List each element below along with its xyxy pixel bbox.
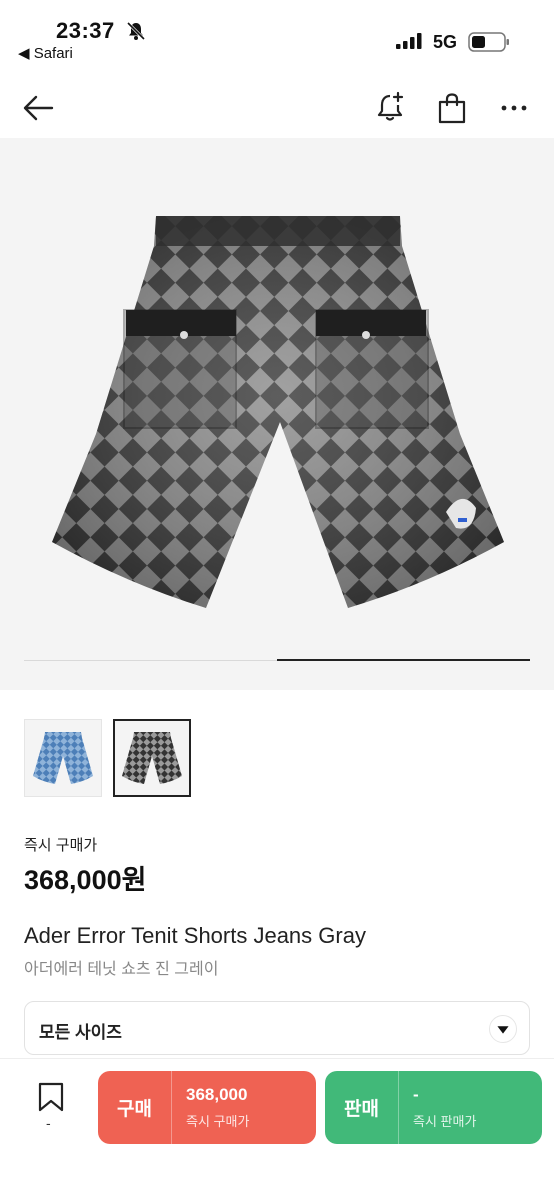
instant-buy-label: 즉시 구매가	[24, 837, 98, 854]
buy-divider	[171, 1071, 172, 1144]
bookmark-button[interactable]: -	[34, 1081, 68, 1141]
bookmark-count: -	[46, 1115, 51, 1131]
product-name-en: Ader Error Tenit Shorts Jeans Gray	[24, 923, 366, 948]
top-navigation	[0, 80, 554, 136]
buy-button[interactable]: 구매 368,000 즉시 구매가	[98, 1071, 316, 1144]
thumbnail-blue-shorts[interactable]	[24, 719, 102, 797]
signal-icon	[396, 33, 422, 49]
back-arrow-icon[interactable]	[20, 90, 56, 126]
thumbnail-image	[33, 732, 93, 784]
product-image	[52, 216, 504, 608]
product-image-carousel[interactable]	[0, 138, 554, 690]
more-icon[interactable]	[496, 90, 532, 126]
buy-sub-label: 즉시 구매가	[186, 1114, 250, 1129]
size-select[interactable]: 모든 사이즈	[24, 1001, 530, 1055]
sell-button[interactable]: 판매 - 즉시 판매가	[325, 1071, 542, 1144]
shopping-bag-icon[interactable]	[434, 90, 470, 126]
sell-divider	[398, 1071, 399, 1144]
network-type: 5G	[433, 32, 458, 52]
bookmark-icon	[38, 1082, 64, 1112]
alert-add-icon[interactable]	[372, 90, 408, 126]
battery-icon	[468, 32, 509, 52]
buy-price: 368,000	[186, 1085, 248, 1104]
chevron-down-icon	[489, 1015, 517, 1043]
size-select-label: 모든 사이즈	[39, 1023, 122, 1042]
status-bar: 23:37 ◀ Safari 5G	[0, 0, 554, 70]
sell-price: -	[413, 1085, 419, 1104]
sell-sub-label: 즉시 판매가	[413, 1114, 477, 1129]
buy-label: 구매	[117, 1099, 152, 1120]
thumbnail-gray-shorts[interactable]	[113, 719, 191, 797]
carousel-progress-indicator	[277, 659, 530, 661]
bell-off-icon	[126, 21, 146, 41]
status-time: 23:37	[56, 18, 115, 43]
price: 368,000원	[24, 865, 147, 895]
product-name-ko: 아더에러 테닛 쇼츠 진 그레이	[24, 961, 219, 978]
thumbnail-image	[122, 732, 182, 784]
bottom-action-bar: - 구매 368,000 즉시 구매가 판매 - 즉시 판매가	[0, 1058, 554, 1200]
back-to-safari-link[interactable]: ◀ Safari	[18, 44, 73, 62]
sell-label: 판매	[344, 1099, 379, 1120]
